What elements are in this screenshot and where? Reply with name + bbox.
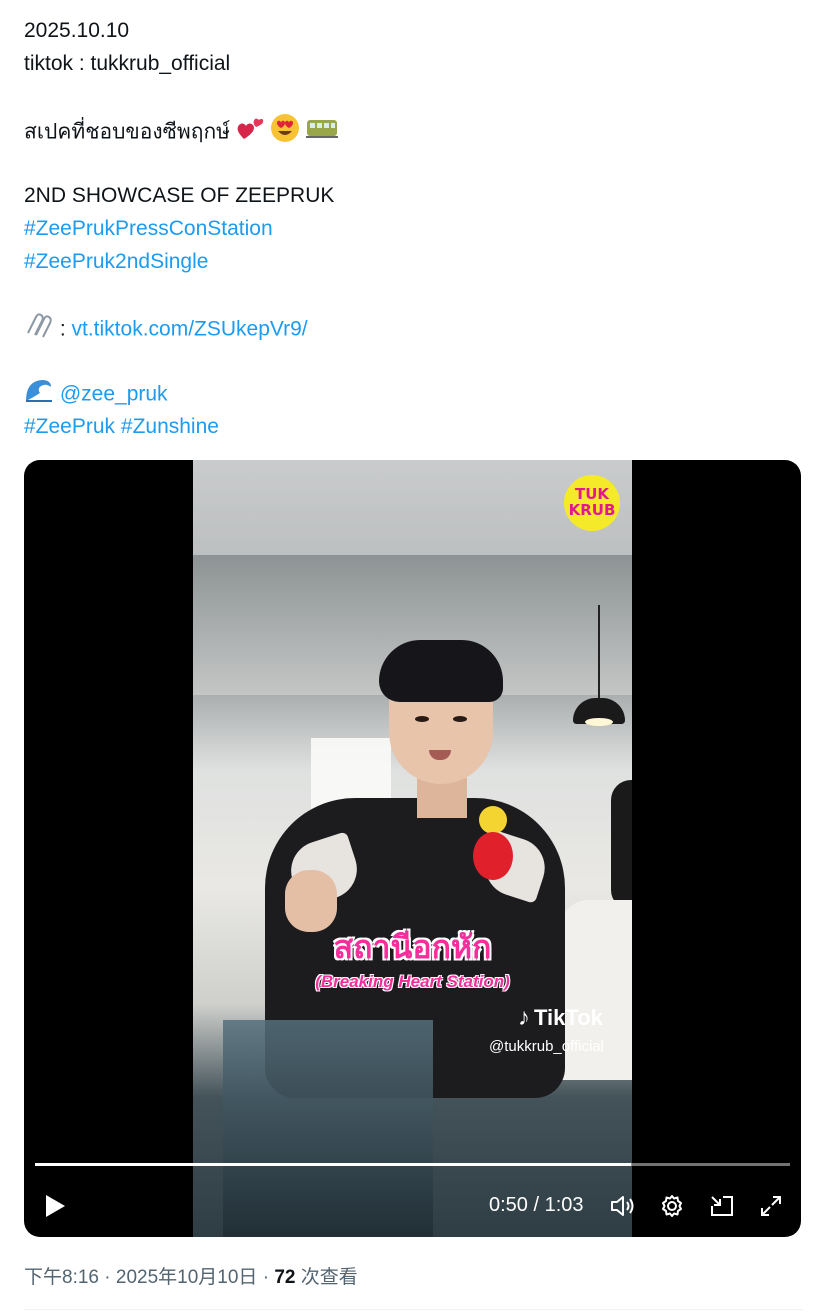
fullscreen-icon (761, 1196, 781, 1216)
separator: · (98, 1267, 116, 1288)
background-person-hair (611, 780, 632, 910)
tweet-meta: 下午8:16 · 2025年10月10日 · 72 次查看 (24, 1262, 358, 1289)
gear-icon (662, 1195, 682, 1217)
duration: 1:03 (544, 1194, 584, 1216)
hashtag-link[interactable]: #ZeePruk (24, 415, 115, 438)
mention-line: @zee_pruk (24, 377, 804, 410)
tram-icon (305, 116, 338, 150)
mention-link[interactable]: @zee_pruk (60, 383, 168, 406)
tiktok-handle: @tukkrub_official (489, 1038, 605, 1055)
hashtag-line: #ZeePruk #Zunshine (24, 410, 804, 443)
thai-line: สเปคที่ชอบของซีพฤกษ์ (24, 113, 804, 146)
picture-in-picture-icon (711, 1196, 733, 1216)
tiktok-note-icon: ♪ (518, 1004, 530, 1031)
paperclip-icon (24, 311, 54, 349)
heart-eyes-icon (270, 113, 300, 153)
video-player[interactable]: TUK KRUB สถานีอกหัก (Breaking Heart Stat… (24, 460, 801, 1237)
separator: · (257, 1267, 275, 1288)
source-line: tiktok : tukkrub_official (24, 52, 231, 75)
views-label: 次查看 (295, 1267, 358, 1288)
hashtag-link[interactable]: #ZeePruk2ndSingle (24, 245, 804, 278)
volume-button[interactable] (604, 1186, 642, 1226)
neck (417, 778, 467, 818)
tweet-time[interactable]: 下午8:16 (24, 1267, 99, 1288)
lamp-glow (585, 718, 613, 726)
caption-english: (Breaking Heart Station) (315, 972, 510, 991)
link-line: : vt.tiktok.com/ZSUkepVr9/ (24, 311, 804, 344)
progress-fill (35, 1163, 632, 1166)
two-hearts-icon (236, 115, 264, 151)
time-separator: / (527, 1194, 545, 1216)
link-prefix: : (54, 317, 72, 341)
settings-button[interactable] (653, 1186, 691, 1226)
tukkrub-logo: TUK KRUB (564, 475, 620, 531)
tweet-date[interactable]: 2025年10月10日 (116, 1267, 258, 1288)
caption-thai: สถานีอกหัก (333, 928, 492, 966)
wave-icon (24, 377, 54, 413)
volume-icon (611, 1196, 634, 1216)
fullscreen-button[interactable] (752, 1186, 790, 1226)
tweet-text: 2025.10.10 tiktok : tukkrub_official สเป… (24, 14, 804, 443)
tiktok-brand: TikTok (534, 1005, 603, 1030)
plush-toy (473, 832, 513, 880)
video-controls: 0:50 / 1:03 (24, 1186, 801, 1226)
eye (453, 716, 467, 722)
current-time: 0:50 (489, 1194, 528, 1216)
thai-text: สเปคที่ชอบของซีพฤกษ์ (24, 120, 231, 144)
picture-in-picture-button[interactable] (703, 1186, 741, 1226)
hashtag-link[interactable]: #ZeePrukPressConStation (24, 212, 804, 245)
lamp-cord (598, 605, 600, 700)
time-display: 0:50 / 1:03 (489, 1194, 584, 1217)
progress-bar[interactable] (35, 1163, 790, 1166)
tiktok-link[interactable]: vt.tiktok.com/ZSUkepVr9/ (72, 318, 308, 341)
play-icon (46, 1195, 65, 1217)
date-line: 2025.10.10 (24, 19, 130, 42)
video-frame[interactable]: TUK KRUB สถานีอกหัก (Breaking Heart Stat… (193, 460, 632, 1237)
eye (415, 716, 429, 722)
tiktok-watermark: ♪ TikTok (518, 1004, 603, 1032)
plush-toy-top (479, 806, 507, 834)
views-count: 72 (274, 1267, 296, 1288)
hair (379, 640, 503, 702)
divider (24, 1309, 803, 1310)
showcase-line: 2ND SHOWCASE OF ZEEPRUK (24, 184, 335, 207)
hashtag-link[interactable]: #Zunshine (121, 415, 219, 438)
play-button[interactable] (36, 1186, 74, 1226)
